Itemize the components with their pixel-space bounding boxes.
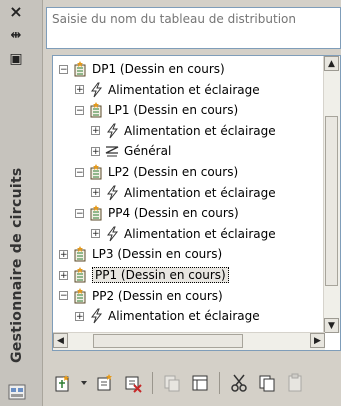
panel-icon [88,102,104,118]
toolbar [52,366,341,400]
tree-node-label: PP2 (Dessin en cours) [92,288,223,303]
cut-icon[interactable] [228,372,250,394]
tree-node[interactable]: + PP1 (Dessin en cours) [59,265,229,285]
panel-icon [72,267,88,283]
tree-node-label: PP4 (Dessin en cours) [108,206,239,221]
new-circuit-icon[interactable] [94,372,116,394]
panel-icon [88,164,104,180]
scroll-right-icon[interactable]: ▶ [310,333,325,348]
tree-node[interactable]: − PP4 (Dessin en cours) [75,203,239,223]
tree-node[interactable]: − LP2 (Dessin en cours) [75,162,238,182]
delete-panel-icon[interactable] [122,372,144,394]
tree-node[interactable]: + Alimentation et éclairage [75,80,260,100]
collapse-icon[interactable]: − [75,105,84,115]
scroll-down-icon[interactable]: ▼ [324,318,339,333]
paste-icon[interactable] [284,372,306,394]
copy-circuit-icon[interactable] [161,372,183,394]
tree-node-label: Alimentation et éclairage [108,82,260,97]
expand-icon[interactable]: + [59,249,68,259]
panel-icon [72,246,88,262]
tree-node-label: LP1 (Dessin en cours) [108,103,239,118]
tree-node[interactable]: + Alimentation et éclairage [91,224,276,244]
tree-node[interactable]: + LP3 (Dessin en cours) [59,244,222,264]
circuit-manager-main: − DP1 (Dessin en cours) + Alimentation et é… [44,0,341,406]
tree-node[interactable]: + Alimentation et éclairage [75,306,260,326]
collapse-icon[interactable]: − [75,208,84,218]
panel-schedule-icon[interactable] [189,372,211,394]
toolbar-separator [219,372,220,394]
expand-icon[interactable]: + [59,270,68,280]
tree-node-label: LP2 (Dessin en cours) [108,165,239,179]
search-box[interactable] [46,7,341,49]
panel-icon [88,205,104,221]
collapse-icon[interactable]: − [59,291,68,301]
scroll-left-icon[interactable]: ◀ [53,333,68,348]
horizontal-scrollbar[interactable]: ◀ ▶ [53,332,325,350]
copy-icon[interactable] [256,372,278,394]
expand-icon[interactable]: + [91,146,100,156]
panel-tree[interactable]: − DP1 (Dessin en cours) + Alimentation et é… [52,55,341,351]
tree-node-label: PP1 (Dessin en cours) [92,267,229,283]
zigzag-icon [104,143,120,159]
properties-icon[interactable]: ▣ [6,50,26,68]
expand-icon[interactable]: + [75,85,84,95]
tree-node-label: Alimentation et éclairage [108,309,260,324]
tree-node[interactable]: + Alimentation et éclairage [91,121,276,141]
tree-node[interactable]: − DP1 (Dessin en cours) [59,59,225,79]
scroll-up-icon[interactable]: ▲ [324,56,339,71]
search-input[interactable] [47,8,340,30]
lightning-icon [104,185,120,201]
lightning-icon [104,226,120,242]
vertical-scrollbar[interactable]: ▲ ▼ [323,56,340,333]
vertical-scroll-thumb[interactable] [325,116,338,286]
tree-node-label: Alimentation et éclairage [124,185,276,200]
tree-node-label: DP1 (Dessin en cours) [92,62,225,76]
pin-icon[interactable]: ⇹ [6,26,26,44]
collapse-icon[interactable]: − [75,167,84,177]
tree-node[interactable]: + Général [91,141,171,161]
tree-node-label: LP3 (Dessin en cours) [92,247,223,262]
tree-node-label: Alimentation et éclairage [124,123,276,138]
new-panel-icon[interactable] [52,372,74,394]
panel-icon [72,61,88,77]
dropdown-arrow-icon[interactable] [80,372,88,394]
close-icon[interactable]: × [6,2,26,21]
panel-icon [72,287,88,304]
panel-menu-icon[interactable] [8,384,26,400]
tree-node-label: Général [124,144,172,159]
tree-node[interactable]: − PP2 (Dessin en cours) [59,286,223,306]
expand-icon[interactable]: + [91,126,100,136]
lightning-icon [88,82,104,98]
collapse-icon[interactable]: − [59,64,68,74]
expand-icon[interactable]: + [91,229,100,239]
expand-icon[interactable]: + [75,311,84,321]
panel-title: Gestionnaire de circuits [9,167,25,363]
expand-icon[interactable]: + [91,188,100,198]
side-strip: × ⇹ ▣ Gestionnaire de circuits [0,0,43,406]
lightning-icon [88,308,104,324]
lightning-icon [104,123,120,139]
tree-node[interactable]: − LP1 (Dessin en cours) [75,100,238,120]
tree-node[interactable]: + Alimentation et éclairage [91,183,276,203]
toolbar-separator [152,372,153,394]
tree-node-label: Alimentation et éclairage [124,226,276,241]
horizontal-scroll-thumb[interactable] [93,334,243,348]
